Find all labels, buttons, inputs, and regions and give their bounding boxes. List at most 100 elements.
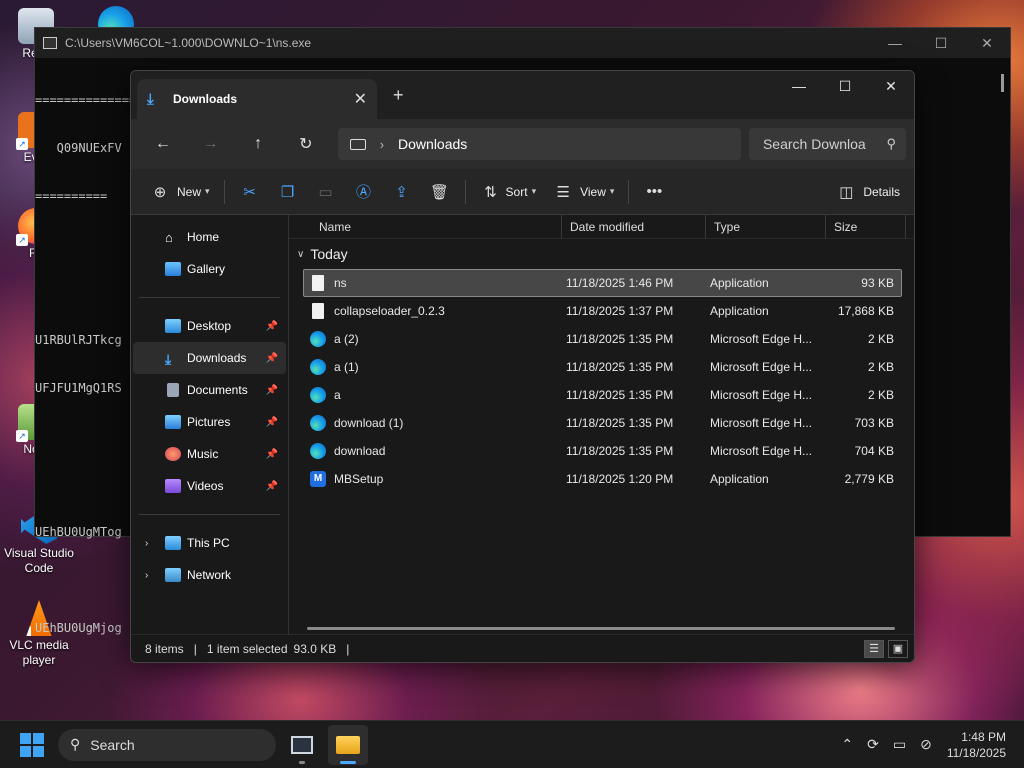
pin-icon[interactable]: 📌 <box>266 385 278 396</box>
copy-button[interactable]: ❐ <box>269 176 307 208</box>
file-row[interactable]: a (1) 11/18/2025 1:35 PM Microsoft Edge … <box>303 353 902 381</box>
network-icon <box>165 568 181 582</box>
column-header-date[interactable]: Date modified <box>562 214 706 239</box>
file-row[interactable]: ns 11/18/2025 1:46 PM Application 93 KB <box>303 269 902 297</box>
download-arrow-icon: ⤓ <box>147 90 154 108</box>
address-bar[interactable]: › Downloads <box>337 128 741 160</box>
rename-button[interactable]: Ⓐ <box>345 176 383 208</box>
sidebar-item-label: Desktop <box>187 319 232 333</box>
console-minimize-button[interactable]: — <box>872 35 918 52</box>
sort-button[interactable]: ⇅ Sort ▾ <box>472 176 545 208</box>
expand-chevron-icon[interactable]: › <box>145 538 148 549</box>
sidebar-item-pictures[interactable]: Pictures 📌 <box>133 406 286 438</box>
system-tray: ⌃ ⟳ ▭ ⊘ 1:48 PM 11/18/2025 <box>834 729 1024 761</box>
start-button[interactable] <box>20 732 44 757</box>
console-titlebar[interactable]: C:\Users\VM6COL~1.000\DOWNLO~1\ns.exe — … <box>35 28 1010 58</box>
status-item-count: 8 items <box>145 641 184 656</box>
gallery-icon <box>165 262 181 276</box>
pin-icon[interactable]: 📌 <box>266 417 278 428</box>
tiles-view-button[interactable]: ▣ <box>888 639 908 658</box>
sidebar-item-gallery[interactable]: Gallery <box>133 253 286 285</box>
file-row[interactable]: collapseloader_0.2.3 11/18/2025 1:37 PM … <box>303 297 902 325</box>
music-icon <box>165 447 181 461</box>
share-button[interactable]: ⇪ <box>383 176 421 208</box>
up-button[interactable]: ↑ <box>234 135 282 153</box>
file-row[interactable]: M MBSetup 11/18/2025 1:20 PM Application … <box>303 465 902 493</box>
file-row[interactable]: download (1) 11/18/2025 1:35 PM Microsof… <box>303 409 902 437</box>
file-row[interactable]: a (2) 11/18/2025 1:35 PM Microsoft Edge … <box>303 325 902 353</box>
console-scrollbar[interactable] <box>1001 74 1004 92</box>
cut-button[interactable]: ✂ <box>231 176 269 208</box>
sidebar-item-music[interactable]: Music 📌 <box>133 438 286 470</box>
file-type: Microsoft Edge H... <box>710 360 813 374</box>
delete-button[interactable]: 🗑 <box>421 176 459 208</box>
horizontal-scrollbar[interactable] <box>307 627 895 630</box>
edge-icon <box>310 443 326 459</box>
new-button[interactable]: ⊕ New ▾ <box>141 176 218 208</box>
sidebar-item-label: Music <box>187 447 219 461</box>
details-view-button[interactable]: ☰ <box>864 639 884 658</box>
taskbar-app-file-explorer[interactable] <box>328 724 368 765</box>
console-close-button[interactable]: ✕ <box>964 35 1010 52</box>
console-maximize-button[interactable]: ☐ <box>918 35 964 52</box>
sidebar-item-documents[interactable]: Documents 📌 <box>133 374 286 406</box>
details-button[interactable]: ◫ Details <box>827 176 908 208</box>
taskbar: ⚲ Search ⌃ ⟳ ▭ ⊘ 1:48 PM 11/18/2025 <box>0 720 1024 768</box>
network-disconnected-icon[interactable]: ⊘ <box>920 736 932 753</box>
file-size: 17,868 KB <box>837 304 894 318</box>
sidebar-item-label: Home <box>187 230 220 244</box>
column-header-type[interactable]: Type <box>706 214 826 239</box>
file-date: 11/18/2025 1:37 PM <box>566 304 674 318</box>
pin-icon[interactable]: 📌 <box>266 449 278 460</box>
see-more-button[interactable]: ••• <box>635 176 673 208</box>
expand-chevron-icon[interactable]: › <box>145 570 148 581</box>
breadcrumb-chevron-icon[interactable]: › <box>380 137 384 152</box>
minimize-button[interactable]: — <box>776 71 822 101</box>
sidebar-item-downloads[interactable]: ⤓ Downloads 📌 <box>133 342 286 374</box>
refresh-button[interactable]: ↻ <box>282 134 330 154</box>
forward-button[interactable]: → <box>187 135 235 153</box>
paste-button[interactable]: ▭ <box>307 176 345 208</box>
sidebar-item-home[interactable]: ⌂ Home <box>133 221 286 253</box>
file-date: 11/18/2025 1:35 PM <box>566 388 674 402</box>
pin-icon[interactable]: 📌 <box>266 321 278 332</box>
column-header-size[interactable]: Size <box>826 214 906 239</box>
new-tab-button[interactable]: + <box>393 85 404 106</box>
scissors-icon: ✂ <box>243 183 256 201</box>
file-size: 2 KB <box>867 388 894 402</box>
sort-label: Sort <box>505 184 528 199</box>
breadcrumb-downloads[interactable]: Downloads <box>398 136 467 152</box>
sidebar-item-this-pc[interactable]: › This PC <box>133 527 286 559</box>
sidebar-item-desktop[interactable]: Desktop 📌 <box>133 310 286 342</box>
close-button[interactable]: ✕ <box>868 71 914 101</box>
file-name: collapseloader_0.2.3 <box>334 304 445 318</box>
toolbar-divider <box>628 179 630 204</box>
pin-icon[interactable]: 📌 <box>266 353 278 364</box>
view-button[interactable]: ☰ View ▾ <box>544 176 622 208</box>
sidebar-item-label: Downloads <box>187 351 247 365</box>
display-icon[interactable]: ▭ <box>893 736 906 753</box>
sidebar-item-videos[interactable]: Videos 📌 <box>133 470 286 502</box>
taskbar-app-terminal[interactable] <box>282 725 322 765</box>
back-button[interactable]: ← <box>139 135 187 153</box>
show-hidden-icons-button[interactable]: ⌃ <box>841 736 853 753</box>
column-header-name[interactable]: Name <box>289 214 562 239</box>
sidebar-item-network[interactable]: › Network <box>133 559 286 591</box>
maximize-button[interactable]: ☐ <box>822 71 868 101</box>
sync-icon[interactable]: ⟳ <box>867 736 879 753</box>
taskbar-search[interactable]: ⚲ Search <box>58 728 276 761</box>
tab-downloads[interactable]: ⤓ Downloads ✕ <box>137 79 377 119</box>
view-label: View <box>580 184 606 199</box>
explorer-tabbar[interactable]: ⤓ Downloads ✕ + — ☐ ✕ <box>131 71 914 119</box>
file-explorer-window[interactable]: ⤓ Downloads ✕ + — ☐ ✕ ← → ↑ ↻ › Download… <box>130 70 915 663</box>
search-box[interactable]: Search Downloa ⚲ <box>748 128 907 160</box>
windows-logo-icon <box>20 745 31 757</box>
file-row[interactable]: a 11/18/2025 1:35 PM Microsoft Edge H...… <box>303 381 902 409</box>
share-icon: ⇪ <box>395 183 408 201</box>
clock[interactable]: 1:48 PM 11/18/2025 <box>947 729 1006 761</box>
group-header-today[interactable]: ∨ Today <box>289 239 914 269</box>
pin-icon[interactable]: 📌 <box>266 481 278 492</box>
pictures-icon <box>165 415 181 429</box>
file-row[interactable]: download 11/18/2025 1:35 PM Microsoft Ed… <box>303 437 902 465</box>
tab-close-button[interactable]: ✕ <box>354 89 367 109</box>
